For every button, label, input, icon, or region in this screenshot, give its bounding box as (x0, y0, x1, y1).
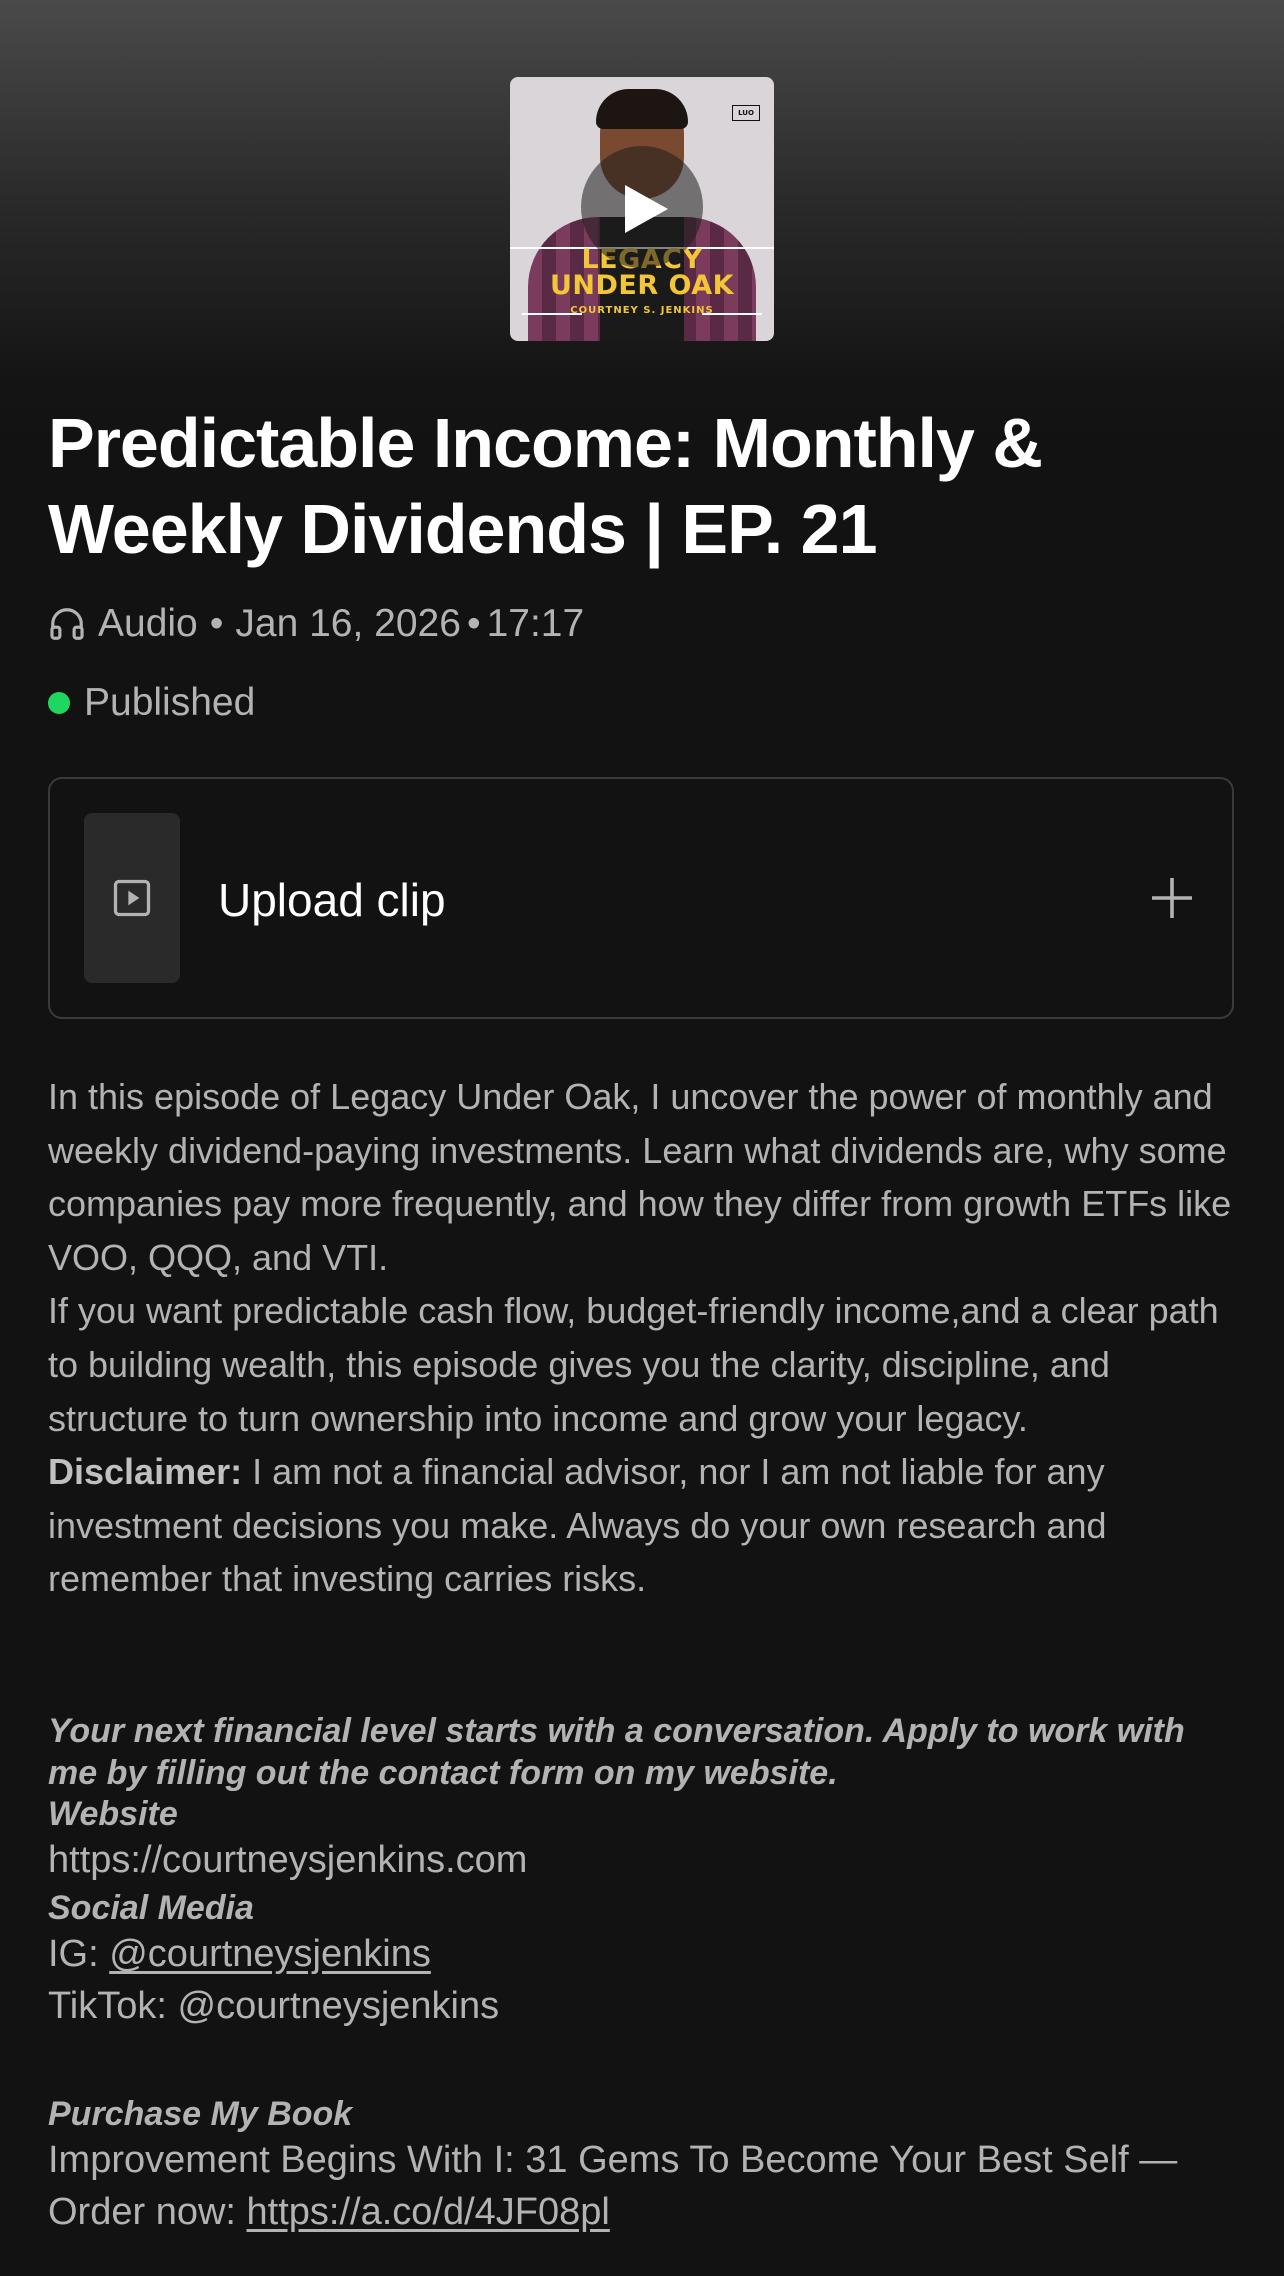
book-section: Purchase My Book Improvement Begins With… (48, 2094, 1238, 2238)
cover-divider-right (702, 313, 762, 315)
website-heading: Website (48, 1795, 178, 1833)
cover-title-line2: UNDER OAK (549, 270, 735, 301)
status-label: Published (84, 681, 256, 724)
play-icon (625, 185, 668, 233)
social-section: Social Media IG: @courtneysjenkins TikTo… (48, 1888, 1238, 2032)
episode-page: LUO LEGACY UNDER OAK COURTNEY S. JENKINS… (0, 0, 1284, 2276)
meta-separator: • (209, 602, 224, 645)
play-button[interactable] (581, 146, 703, 268)
instagram-label: IG: (48, 1933, 110, 1975)
website-section: Website https://courtneysjenkins.com (48, 1794, 1238, 1886)
description-paragraph-2: If you want predictable cash flow, budge… (48, 1290, 1219, 1439)
meta-separator: • (466, 602, 481, 645)
publish-status: Published (48, 678, 255, 728)
upload-clip-label: Upload clip (218, 874, 446, 926)
description-paragraph-1: In this episode of Legacy Under Oak, I u… (48, 1076, 1232, 1278)
video-clip-icon (113, 879, 151, 917)
upload-clip-thumbnail (84, 813, 180, 983)
plus-icon[interactable] (1148, 874, 1196, 922)
episode-meta: Audio • Jan 16, 2026 • 17:17 (48, 598, 584, 650)
book-order-link[interactable]: https://a.co/d/4JF08pl (247, 2191, 610, 2233)
cover-logo: LUO (732, 105, 760, 121)
book-title: Improvement Begins With I: 31 Gems To Be… (48, 2139, 1178, 2181)
episode-description: In this episode of Legacy Under Oak, I u… (48, 1070, 1238, 1606)
book-heading: Purchase My Book (48, 2095, 353, 2133)
cover-divider-left (522, 313, 582, 315)
call-to-action: Your next financial level starts with a … (48, 1712, 1185, 1792)
book-order-line: Order now: https://a.co/d/4JF08pl (48, 2186, 1238, 2238)
episode-title: Predictable Income: Monthly & Weekly Div… (48, 404, 1043, 568)
disclaimer-label: Disclaimer: (48, 1451, 243, 1493)
cover-hair (596, 89, 688, 129)
status-dot-icon (48, 692, 70, 714)
headphones-icon (50, 608, 84, 640)
tiktok-line: TikTok: @courtneysjenkins (48, 1985, 500, 2027)
upload-clip-button[interactable]: Upload clip (48, 777, 1234, 1019)
episode-date: Jan 16, 2026 (235, 602, 461, 645)
episode-type: Audio (98, 602, 198, 645)
episode-duration: 17:17 (486, 602, 585, 645)
instagram-line: IG: @courtneysjenkins (48, 1928, 1238, 1980)
social-heading: Social Media (48, 1889, 254, 1927)
book-order-label: Order now: (48, 2191, 247, 2233)
disclaimer: Disclaimer: I am not a financial advisor… (48, 1445, 1238, 1606)
instagram-link[interactable]: @courtneysjenkins (109, 1933, 431, 1975)
website-url[interactable]: https://courtneysjenkins.com (48, 1834, 1238, 1886)
